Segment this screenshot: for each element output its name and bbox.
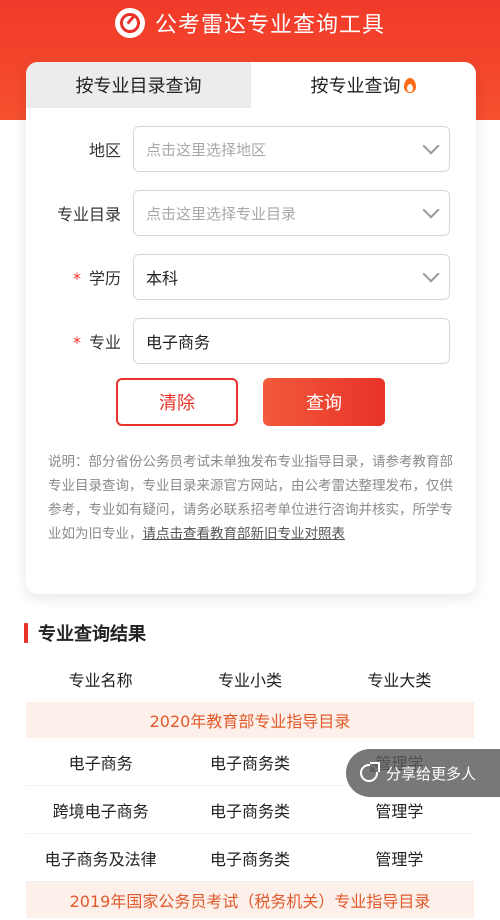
catalog-placeholder: 点击这里选择专业目录: [146, 204, 297, 223]
table-row: 电子商务及法律 电子商务类 管理学: [26, 834, 474, 882]
tab-label: 按专业查询: [310, 76, 401, 97]
region-placeholder: 点击这里选择地区: [146, 140, 267, 159]
major-value: 电子商务: [146, 333, 211, 352]
chevron-down-icon: [422, 265, 440, 283]
share-button[interactable]: 分享给更多人: [346, 749, 500, 797]
catalog-select[interactable]: 点击这里选择专业目录: [133, 190, 450, 236]
major-row: * 专业 电子商务: [26, 318, 476, 364]
table-cell: 电子商务类: [209, 849, 290, 869]
chevron-down-icon: [422, 201, 440, 219]
share-label: 分享给更多人: [386, 764, 477, 783]
note-text: 说明：部分省份公务员考试未单独发布专业指导目录，请参考教育部专业目录查询，专业目…: [48, 454, 453, 542]
major-label: * 专业: [72, 333, 121, 352]
share-icon: [360, 762, 380, 782]
column-header: 专业大类: [367, 671, 432, 690]
query-button[interactable]: 查询: [263, 378, 385, 426]
region-row: 地区 点击这里选择地区: [26, 126, 476, 172]
education-label: * 学历: [72, 269, 121, 288]
table-cell: 电子商务类: [209, 801, 290, 821]
table-cell: 跨境电子商务: [52, 801, 149, 821]
table-cell: 电子商务类: [209, 753, 290, 773]
tab-by-major[interactable]: 按专业查询: [251, 62, 476, 108]
column-header: 专业名称: [68, 671, 133, 690]
table-header: 专业名称 专业小类 专业大类: [26, 656, 474, 702]
major-input[interactable]: 电子商务: [133, 318, 450, 364]
results-section-title: 专业查询结果: [24, 620, 146, 646]
education-value: 本科: [146, 269, 179, 288]
table-cell: 管理学: [375, 801, 424, 821]
section-accent-bar: [24, 623, 28, 643]
group-header: 2019年国家公务员考试（税务机关）专业指导目录: [26, 882, 474, 918]
major-mapping-link[interactable]: 请点击查看教育部新旧专业对照表: [143, 526, 346, 542]
app-title: 公考雷达专业查询工具: [154, 13, 385, 38]
table-cell: 管理学: [375, 849, 424, 869]
fire-icon: [403, 76, 417, 94]
tab-by-catalog[interactable]: 按专业目录查询: [26, 62, 251, 108]
region-select[interactable]: 点击这里选择地区: [133, 126, 450, 172]
required-mark: *: [72, 269, 81, 288]
top-bar: 公考雷达专业查询工具: [0, 0, 500, 46]
radar-logo-icon: [114, 8, 145, 38]
region-label: 地区: [88, 141, 121, 160]
tab-bar: 按专业目录查询 按专业查询: [26, 62, 476, 108]
table-cell: 电子商务: [68, 753, 133, 773]
required-mark: *: [72, 333, 81, 352]
clear-button[interactable]: 清除: [116, 378, 238, 426]
catalog-row: 专业目录 点击这里选择专业目录: [26, 190, 476, 236]
catalog-label: 专业目录: [56, 205, 121, 224]
query-card: 按专业目录查询 按专业查询 地区 点击这里选择地区 专业目录 点击这里选择专业目…: [26, 62, 476, 594]
chevron-down-icon: [422, 137, 440, 155]
education-row: * 学历 本科: [26, 254, 476, 300]
column-header: 专业小类: [217, 671, 282, 690]
results-title: 专业查询结果: [38, 624, 146, 645]
tab-label: 按专业目录查询: [75, 76, 202, 97]
table-cell: 电子商务及法律: [44, 849, 157, 869]
group-header: 2020年教育部专业指导目录: [26, 702, 474, 738]
education-select[interactable]: 本科: [133, 254, 450, 300]
